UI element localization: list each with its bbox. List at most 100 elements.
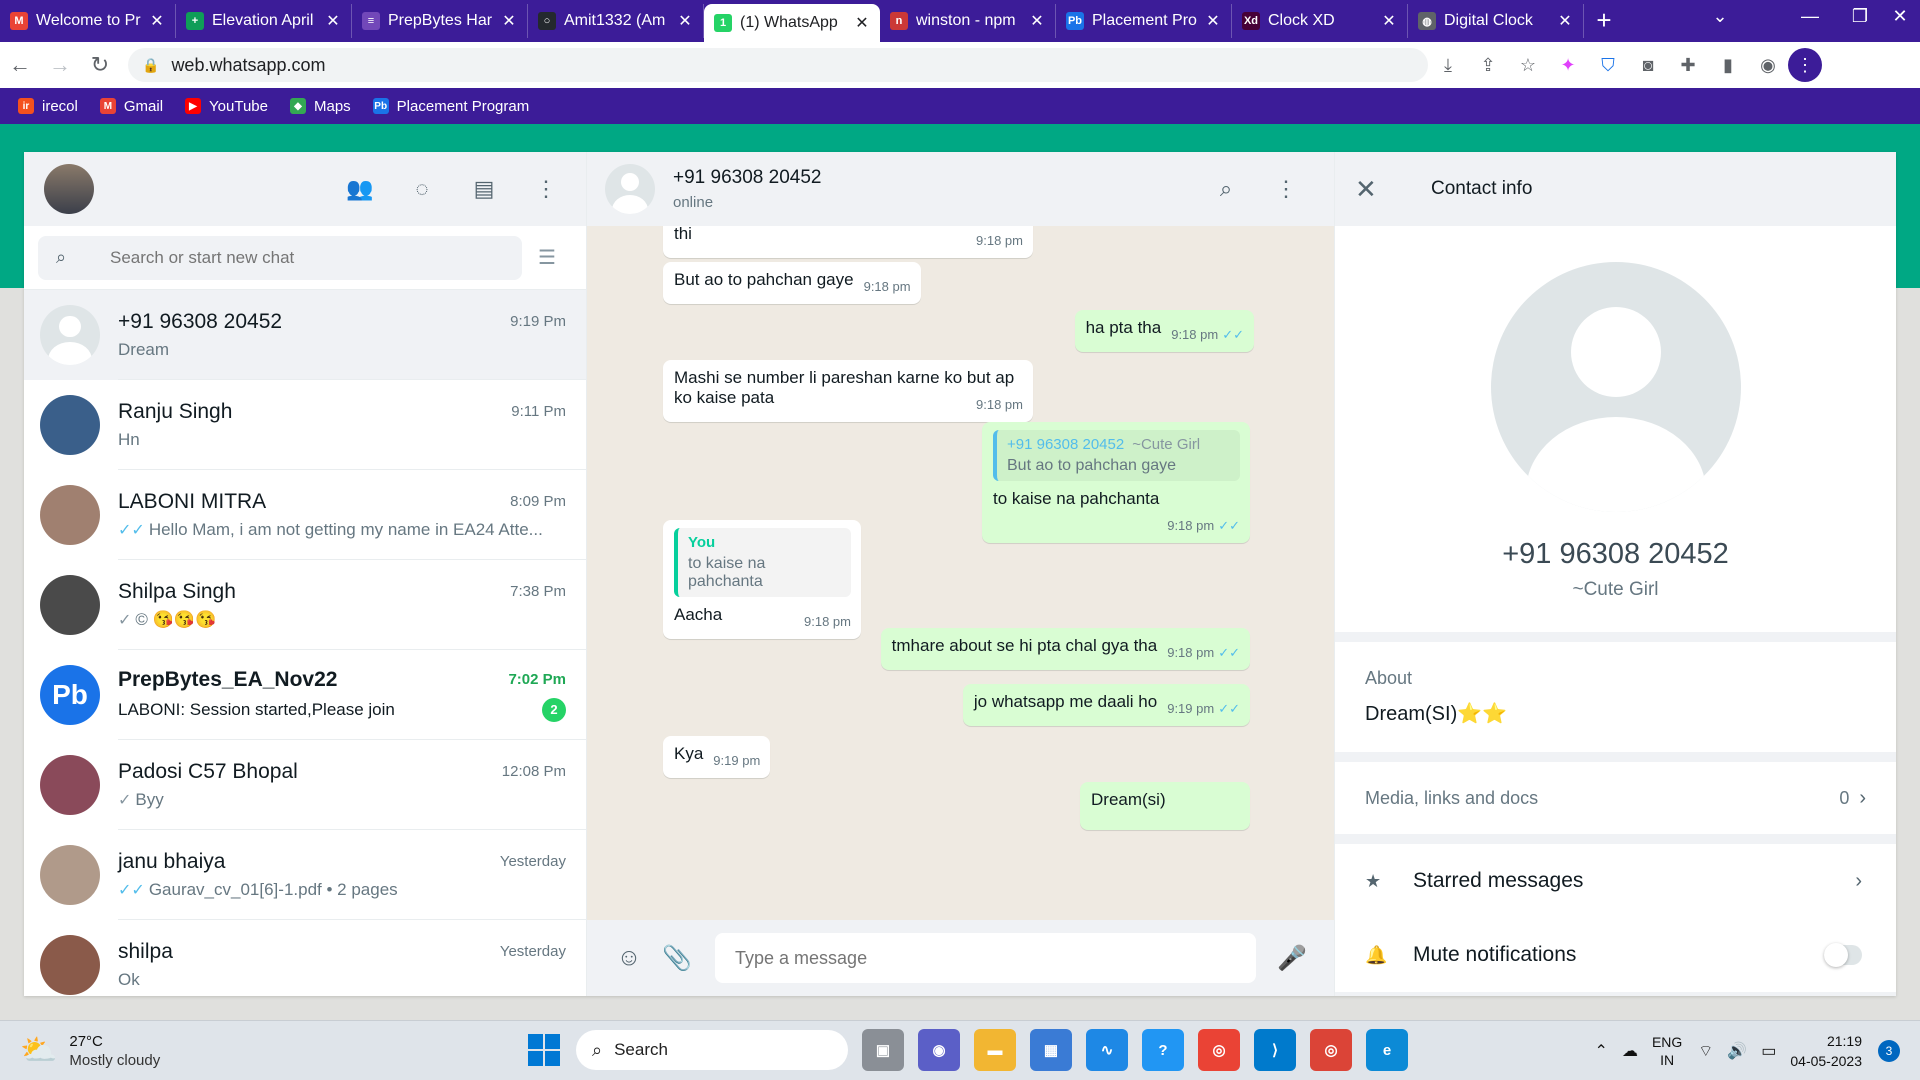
- chrome-icon[interactable]: ◎: [1198, 1029, 1240, 1071]
- tab-search-icon[interactable]: ⌄: [1700, 6, 1740, 27]
- back-icon[interactable]: ←: [0, 52, 40, 78]
- bookmark-item[interactable]: M Gmail: [99, 98, 163, 115]
- close-tab-icon[interactable]: ✕: [1557, 11, 1573, 31]
- browser-tab[interactable]: Xd Clock XD ✕: [1232, 4, 1408, 38]
- browser-tab[interactable]: ≡ PrepBytes Har ✕: [352, 4, 528, 38]
- store-icon[interactable]: ▦: [1030, 1029, 1072, 1071]
- chat-list-item[interactable]: Pb PrepBytes_EA_Nov22 7:02 Pm LABONI: Se…: [24, 650, 586, 740]
- search-messages-icon[interactable]: ⌕: [1196, 176, 1256, 202]
- chat-list-item[interactable]: LABONI MITRA 8:09 Pm ✓✓ Hello Mam, i am …: [24, 470, 586, 560]
- incoming-message[interactable]: Kya 9:19 pm: [663, 736, 771, 778]
- weather-widget[interactable]: ⛅ 27°C Mostly cloudy: [0, 1033, 240, 1069]
- browser-tab[interactable]: Pb Placement Pro ✕: [1056, 4, 1232, 38]
- outgoing-message[interactable]: ha pta tha 9:18 pm ✓✓: [1074, 310, 1254, 352]
- close-tab-icon[interactable]: ✕: [677, 11, 693, 31]
- help-icon[interactable]: ?: [1142, 1029, 1184, 1071]
- outgoing-message[interactable]: +91 96308 20452 ~Cute Girl But ao to pahc…: [982, 422, 1250, 543]
- bookmark-item[interactable]: ir irecol: [18, 98, 78, 115]
- taskbar-search[interactable]: ⌕ Search: [576, 1030, 848, 1070]
- close-icon[interactable]: ✕: [1355, 174, 1395, 205]
- bookmark-item[interactable]: ◆ Maps: [289, 98, 351, 115]
- incoming-message[interactable]: But ao to pahchan gaye 9:18 pm: [663, 262, 921, 304]
- new-chat-icon[interactable]: ▤: [464, 176, 504, 202]
- file-explorer-icon[interactable]: ▬: [974, 1029, 1016, 1071]
- chrome-menu-icon[interactable]: ⋮: [1788, 48, 1822, 82]
- reload-icon[interactable]: ↻: [80, 52, 120, 78]
- quoted-message[interactable]: You to kaise na pahchanta: [674, 528, 851, 597]
- close-tab-icon[interactable]: ✕: [325, 11, 341, 31]
- vscode-icon[interactable]: ⟩: [1254, 1029, 1296, 1071]
- chevron-up-icon[interactable]: ⌃: [1595, 1041, 1608, 1061]
- edge-icon[interactable]: e: [1366, 1029, 1408, 1071]
- emoji-icon[interactable]: ☺: [605, 944, 653, 972]
- incoming-message[interactable]: You to kaise na pahchanta Aacha 9:18 pm: [663, 520, 861, 639]
- profile-avatar[interactable]: [1490, 262, 1741, 512]
- chat-list-item[interactable]: +91 96308 20452 9:19 Pm Dream: [24, 290, 586, 380]
- chat-list-item[interactable]: Padosi C57 Bhopal 12:08 Pm ✓ Byy: [24, 740, 586, 830]
- outgoing-message[interactable]: Dream(si): [1080, 782, 1250, 830]
- volume-icon[interactable]: 🔊: [1727, 1041, 1747, 1061]
- wifi-icon[interactable]: ⌔: [1698, 1041, 1713, 1061]
- teams-chat-icon[interactable]: ◉: [918, 1029, 960, 1071]
- mywifi-icon[interactable]: ∿: [1086, 1029, 1128, 1071]
- outgoing-message[interactable]: tmhare about se hi pta chal gya tha 9:18 …: [880, 628, 1250, 670]
- incoming-message[interactable]: Mashi se number li pareshan karne ko but…: [663, 360, 1033, 422]
- search-icon[interactable]: ⌕: [56, 247, 96, 268]
- browser-tab[interactable]: 1 (1) WhatsApp ✕: [704, 4, 880, 42]
- mute-notifications-row[interactable]: 🔔 Mute notifications: [1345, 918, 1866, 992]
- close-tab-icon[interactable]: ✕: [1205, 11, 1221, 31]
- quoted-message[interactable]: +91 96308 20452 ~Cute Girl But ao to pahc…: [993, 430, 1240, 481]
- starred-messages-row[interactable]: ★ Starred messages ›: [1345, 844, 1866, 918]
- clock[interactable]: 21:19 04-05-2023: [1790, 1031, 1862, 1071]
- communities-icon[interactable]: 👥: [340, 176, 380, 202]
- extension-shield-icon[interactable]: ⛉: [1588, 55, 1628, 76]
- status-icon[interactable]: ◌: [402, 176, 442, 202]
- search-input[interactable]: [110, 247, 504, 268]
- incoming-message[interactable]: thi 9:18 pm: [663, 226, 1033, 258]
- browser-tab[interactable]: M Welcome to Pr ✕: [0, 4, 176, 38]
- lock-icon[interactable]: 🔒: [142, 57, 159, 74]
- language-indicator[interactable]: ENG IN: [1652, 1033, 1682, 1069]
- my-profile-avatar[interactable]: [44, 164, 94, 214]
- extension-camera-icon[interactable]: ◙: [1628, 55, 1668, 76]
- filter-icon[interactable]: ☰: [522, 245, 572, 270]
- share-icon[interactable]: ⇪: [1468, 55, 1508, 76]
- mute-toggle[interactable]: [1824, 943, 1862, 967]
- battery-icon[interactable]: ▭: [1761, 1041, 1776, 1061]
- side-panel-icon[interactable]: ▮: [1708, 55, 1748, 76]
- forward-icon[interactable]: →: [40, 52, 80, 78]
- new-tab-icon[interactable]: +: [1584, 5, 1624, 36]
- chat-list-item[interactable]: janu bhaiya Yesterday ✓✓ Gaurav_cv_01[6]…: [24, 830, 586, 920]
- contact-avatar[interactable]: [605, 164, 655, 214]
- install-icon[interactable]: ⤓: [1428, 55, 1468, 76]
- bookmark-item[interactable]: ▶ YouTube: [185, 98, 268, 115]
- extensions-puzzle-icon[interactable]: ✚: [1668, 55, 1708, 76]
- microphone-icon[interactable]: 🎤: [1268, 944, 1316, 973]
- close-tab-icon[interactable]: ✕: [1029, 11, 1045, 31]
- conversation-header[interactable]: +91 96308 20452 online ⌕ ⋮: [587, 152, 1334, 226]
- notification-badge[interactable]: 3: [1878, 1040, 1900, 1062]
- address-bar[interactable]: 🔒 web.whatsapp.com: [128, 48, 1428, 82]
- close-tab-icon[interactable]: ✕: [501, 11, 517, 31]
- close-window-icon[interactable]: ✕: [1880, 6, 1920, 27]
- close-tab-icon[interactable]: ✕: [854, 13, 870, 33]
- minimize-icon[interactable]: —: [1790, 6, 1830, 27]
- chat-list-item[interactable]: shilpa Yesterday Ok: [24, 920, 586, 996]
- browser-tab[interactable]: n winston - npm ✕: [880, 4, 1056, 38]
- browser-tab[interactable]: ○ Amit1332 (Am ✕: [528, 4, 704, 38]
- bookmark-star-icon[interactable]: ☆: [1508, 55, 1548, 76]
- close-tab-icon[interactable]: ✕: [149, 11, 165, 31]
- onedrive-icon[interactable]: ☁: [1622, 1041, 1638, 1061]
- outgoing-message[interactable]: jo whatsapp me daali ho 9:19 pm ✓✓: [962, 684, 1250, 726]
- menu-icon[interactable]: ⋮: [526, 176, 566, 202]
- conversation-menu-icon[interactable]: ⋮: [1256, 176, 1316, 202]
- chrome-profile-icon[interactable]: ◎: [1310, 1029, 1352, 1071]
- message-input[interactable]: [715, 933, 1256, 983]
- restore-icon[interactable]: ❐: [1840, 6, 1880, 27]
- browser-tab[interactable]: ◍ Digital Clock ✕: [1408, 4, 1584, 38]
- chat-list-item[interactable]: Shilpa Singh 7:38 Pm ✓ © 😘😘😘: [24, 560, 586, 650]
- bookmark-item[interactable]: Pb Placement Program: [372, 98, 529, 115]
- start-button[interactable]: [528, 1034, 560, 1066]
- profile-avatar-icon[interactable]: ◉: [1748, 55, 1788, 76]
- media-links-docs-row[interactable]: Media, links and docs 0 ›: [1335, 762, 1896, 834]
